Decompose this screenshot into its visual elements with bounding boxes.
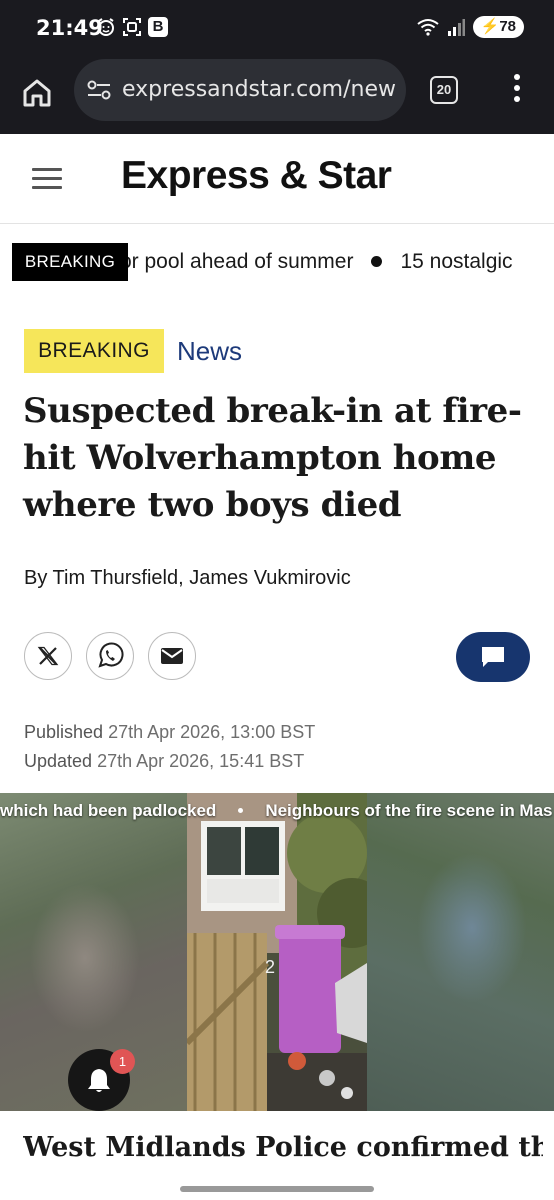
address-bar[interactable]: expressandstar.com/new	[74, 59, 406, 121]
published-date: Published 27th Apr 2026, 13:00 BST	[24, 722, 315, 743]
share-whatsapp-button[interactable]	[86, 632, 134, 680]
article-body-first-line: West Midlands Police confirmed the	[23, 1132, 543, 1163]
article-headline: Suspected break-in at fire-hit Wolverham…	[23, 391, 522, 525]
site-settings-icon[interactable]	[86, 78, 112, 102]
wifi-icon	[417, 19, 439, 36]
notification-count-badge: 1	[110, 1049, 135, 1074]
ticker-items[interactable]: or pool ahead of summer 15 nostalgic	[120, 250, 513, 274]
status-notification-icons: B	[96, 17, 168, 37]
email-share-icon	[161, 648, 183, 664]
article-byline: By Tim Thursfield, James Vukmirovic	[24, 567, 351, 589]
comments-button[interactable]	[456, 632, 530, 682]
signal-icon	[447, 19, 465, 36]
caption-separator	[238, 807, 244, 813]
alarm-face-icon	[98, 18, 114, 36]
status-time: 21:49	[36, 16, 103, 40]
video-caption-strip: which had been padlocked Neighbours of th…	[0, 801, 554, 821]
ticker-item[interactable]: or pool ahead of summer	[120, 250, 353, 273]
video-caption: Neighbours of the fire scene in Mas	[265, 801, 553, 820]
published-value: 27th Apr 2026, 13:00 BST	[108, 722, 316, 742]
video-blur-right	[367, 793, 554, 1111]
published-label: Published	[24, 722, 104, 742]
breaking-ticker[interactable]: or pool ahead of summer 15 nostalgic BREA…	[0, 224, 554, 300]
battery-indicator: ⚡78	[472, 16, 524, 38]
browser-toolbar: expressandstar.com/new 20	[0, 58, 554, 134]
home-icon[interactable]	[20, 76, 54, 110]
ticker-item[interactable]: 15 nostalgic	[400, 250, 512, 273]
url-text: expressandstar.com/new	[122, 77, 397, 102]
more-vert-icon[interactable]	[508, 74, 526, 106]
b-app-icon: B	[148, 17, 168, 37]
ticker-separator	[371, 255, 383, 267]
share-email-button[interactable]	[148, 632, 196, 680]
x-share-icon	[37, 646, 59, 666]
breaking-tag: BREAKING	[24, 329, 164, 373]
site-header: Express & Star	[0, 134, 554, 224]
door-number: 2	[265, 957, 275, 977]
notification-bell-icon	[88, 1069, 110, 1092]
status-bar: 21:49 B ⚡78	[0, 0, 554, 58]
updated-label: Updated	[24, 751, 93, 771]
whatsapp-share-icon	[98, 642, 124, 668]
site-logo[interactable]: Express & Star	[121, 154, 392, 198]
share-x-button[interactable]	[24, 632, 72, 680]
screenshot-icon	[123, 18, 141, 36]
updated-date: Updated 27th Apr 2026, 15:41 BST	[24, 751, 304, 772]
section-link[interactable]: News	[177, 336, 242, 367]
video-frame: 2	[187, 793, 367, 1111]
video-caption: which had been padlocked	[0, 801, 217, 820]
comments-icon	[482, 647, 504, 667]
hamburger-menu-icon[interactable]	[32, 168, 62, 190]
ticker-breaking-label: BREAKING	[12, 243, 128, 281]
gesture-handle[interactable]	[180, 1186, 374, 1192]
tab-switcher-button[interactable]: 20	[430, 76, 458, 104]
updated-value: 27th Apr 2026, 15:41 BST	[97, 751, 305, 771]
gesture-nav-bar	[0, 1170, 554, 1200]
share-row	[24, 632, 534, 682]
status-system-icons: ⚡78	[417, 16, 524, 38]
battery-level: 78	[499, 18, 516, 35]
